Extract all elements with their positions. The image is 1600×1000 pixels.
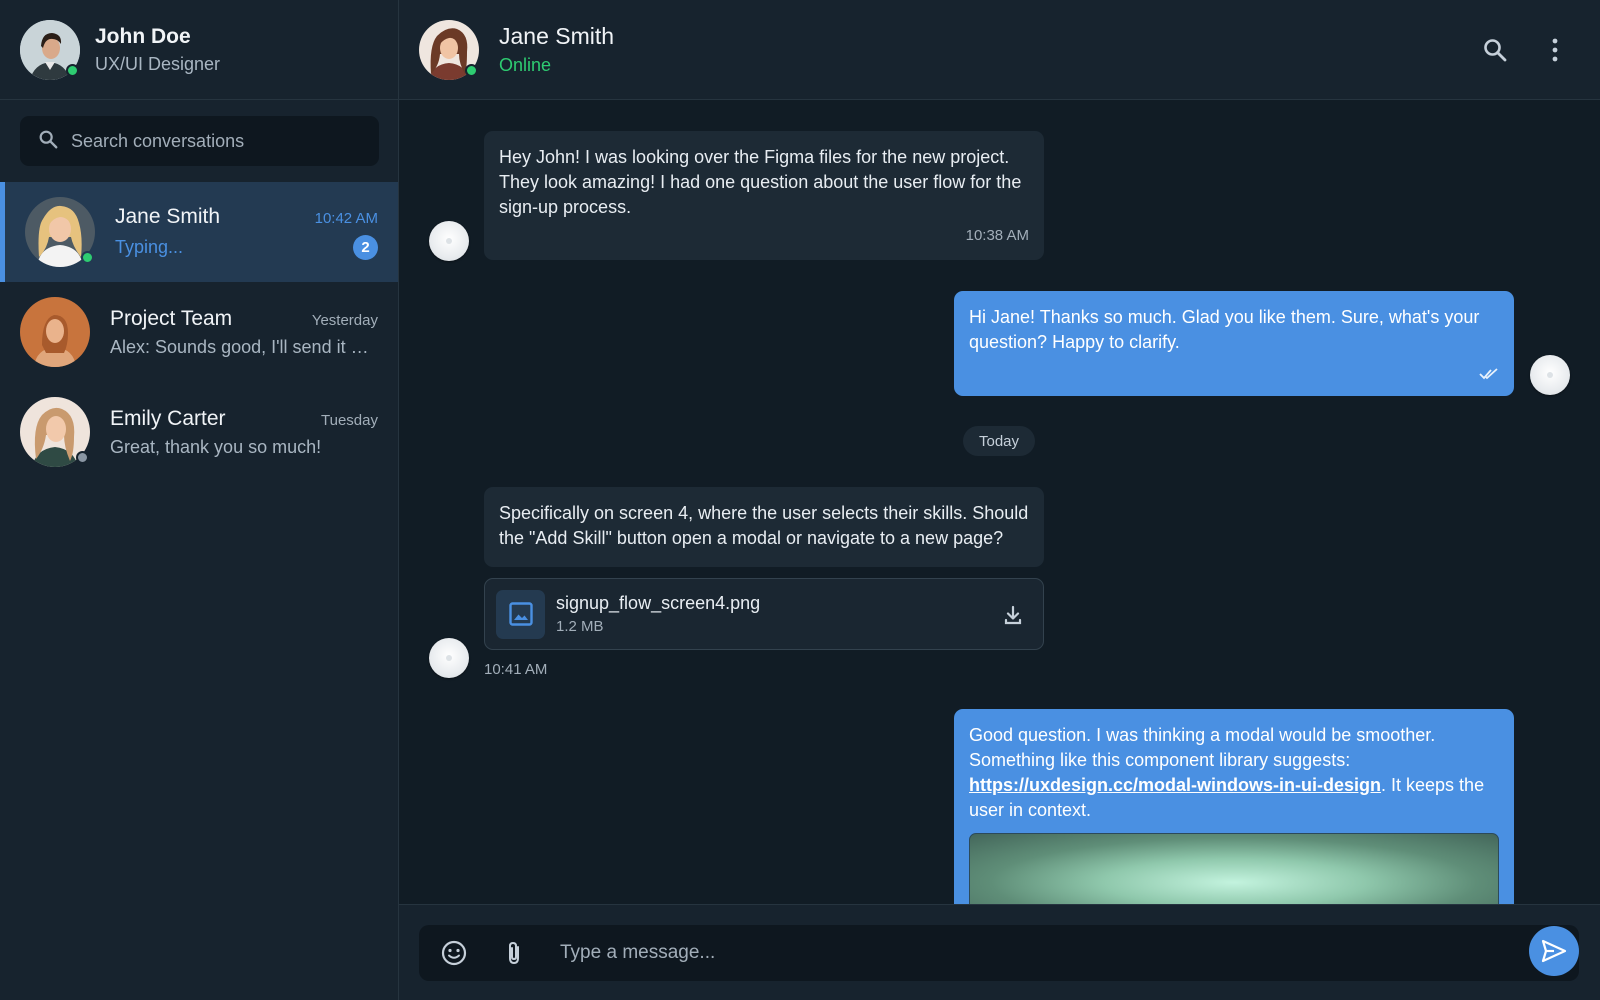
profile-name: John Doe	[95, 24, 191, 48]
conversation-item-jane-smith[interactable]: Jane Smith 10:42 AM Typing... 2	[0, 182, 398, 282]
contact-avatar[interactable]	[419, 19, 479, 80]
message-time: 10:38 AM	[965, 227, 1029, 244]
composer-bar	[399, 904, 1600, 1000]
link-preview-image[interactable]	[969, 833, 1499, 904]
message-bubble-outgoing: Good question. I was thinking a modal wo…	[954, 709, 1514, 904]
user-avatar[interactable]	[20, 19, 80, 80]
avatar	[20, 397, 90, 467]
chat-header: Jane Smith Online	[399, 0, 1600, 100]
emoji-icon[interactable]	[439, 938, 469, 968]
profile-role: UX/UI Designer	[95, 53, 221, 74]
online-status-dot	[81, 251, 94, 264]
sidebar: John Doe UX/UI Designer Search conversat…	[0, 0, 399, 1000]
download-icon[interactable]	[1001, 603, 1025, 627]
conversation-name: Jane Smith	[115, 204, 221, 228]
message-bubble-incoming: Specifically on screen 4, where the user…	[484, 487, 1044, 567]
avatar	[25, 197, 95, 267]
contact-name: Jane Smith	[499, 23, 615, 49]
send-icon	[1541, 939, 1567, 963]
message-list: Hey John! I was looking over the Figma f…	[399, 101, 1600, 904]
message-link[interactable]: https://uxdesign.cc/modal-windows-in-ui-…	[969, 775, 1381, 795]
contact-status: Online	[499, 55, 552, 75]
user-profile[interactable]: John Doe UX/UI Designer	[0, 0, 398, 100]
message-composer	[419, 925, 1579, 981]
message-time: 10:41 AM	[484, 661, 548, 678]
sender-avatar	[429, 221, 469, 261]
search-icon[interactable]	[1480, 35, 1510, 65]
file-size: 1.2 MB	[556, 618, 604, 635]
conversation-list: Jane Smith 10:42 AM Typing... 2 Project …	[0, 182, 398, 482]
messaging-app: John Doe UX/UI Designer Search conversat…	[0, 0, 1600, 1000]
paperclip-icon[interactable]	[499, 938, 529, 968]
send-button[interactable]	[1529, 926, 1579, 976]
offline-status-dot	[76, 451, 89, 464]
sender-avatar	[429, 638, 469, 678]
conversation-name: Project Team	[110, 306, 233, 330]
conversation-preview: Alex: Sounds good, I'll send it over.	[110, 336, 372, 357]
search-input[interactable]	[71, 130, 361, 152]
message-text: Specifically on screen 4, where the user…	[499, 503, 1029, 548]
chat-panel: Jane Smith Online Hey John! I was lookin…	[399, 0, 1600, 1000]
typing-indicator: Typing...	[115, 236, 184, 257]
file-attachment[interactable]: signup_flow_screen4.png 1.2 MB	[484, 578, 1044, 650]
message-text: Hi Jane! Thanks so much. Glad you like t…	[969, 307, 1480, 352]
unread-badge: 2	[353, 234, 378, 260]
online-status-dot	[66, 63, 79, 77]
conversation-time: 10:42 AM	[314, 209, 378, 227]
conversation-time: Yesterday	[311, 311, 378, 329]
message-text: Hey John! I was looking over the Figma f…	[499, 147, 1022, 217]
double-check-icon	[1479, 368, 1498, 380]
conversation-item-project-team[interactable]: Project Team Yesterday Alex: Sounds good…	[0, 282, 398, 382]
image-file-icon	[496, 589, 545, 639]
conversation-item-emily-carter[interactable]: Emily Carter Tuesday Great, thank you so…	[0, 382, 398, 482]
message-text: Good question. I was thinking a modal wo…	[969, 725, 1436, 770]
more-vertical-icon[interactable]	[1540, 35, 1570, 65]
message-bubble-incoming: Hey John! I was looking over the Figma f…	[484, 131, 1044, 260]
conversation-time: Tuesday	[321, 411, 378, 429]
avatar	[20, 297, 90, 367]
message-input[interactable]	[560, 942, 1460, 964]
date-divider: Today	[963, 426, 1035, 456]
search-icon	[37, 128, 59, 155]
search-box[interactable]	[20, 116, 379, 166]
own-avatar	[1530, 355, 1570, 395]
conversation-name: Emily Carter	[110, 406, 226, 430]
online-status-dot	[465, 63, 478, 77]
message-bubble-outgoing: Hi Jane! Thanks so much. Glad you like t…	[954, 291, 1514, 396]
file-name: signup_flow_screen4.png	[556, 593, 761, 613]
conversation-preview: Great, thank you so much!	[110, 436, 322, 457]
